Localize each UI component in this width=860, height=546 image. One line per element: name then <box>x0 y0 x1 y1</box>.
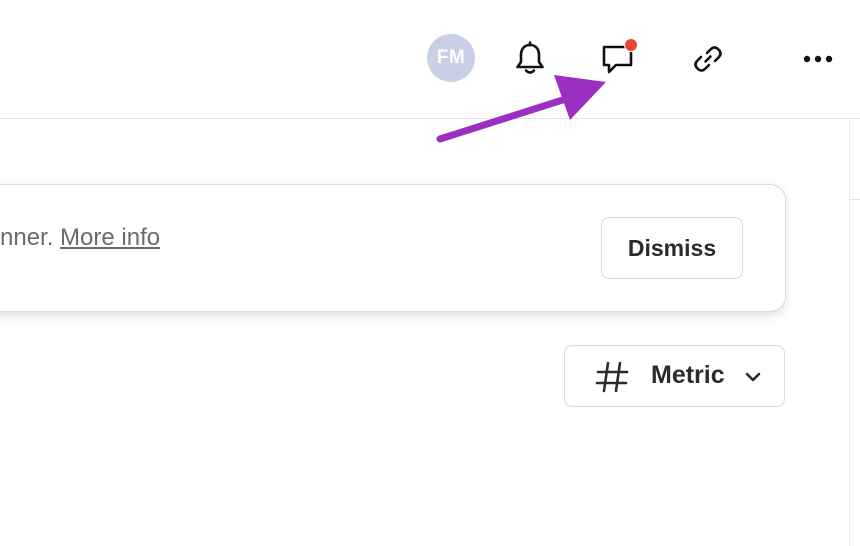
panel-divider-tick <box>849 199 860 200</box>
metric-selector-button[interactable]: Metric <box>564 345 785 407</box>
chevron-down-icon <box>745 372 761 382</box>
banner-message: nner. More info <box>0 224 160 252</box>
metric-label: Metric <box>651 361 725 389</box>
more-options-button[interactable] <box>794 35 842 83</box>
link-icon <box>694 46 722 72</box>
unread-dot <box>624 38 638 52</box>
dismiss-button[interactable]: Dismiss <box>601 217 743 279</box>
copy-link-button[interactable] <box>684 35 732 83</box>
more-info-link[interactable]: More info <box>60 224 160 251</box>
panel-divider <box>849 119 850 546</box>
hash-icon <box>595 361 629 393</box>
annotation-arrow <box>436 75 606 143</box>
avatar-initials: FM <box>436 47 466 68</box>
more-icon <box>803 55 833 63</box>
banner-text: nner. <box>0 224 61 251</box>
